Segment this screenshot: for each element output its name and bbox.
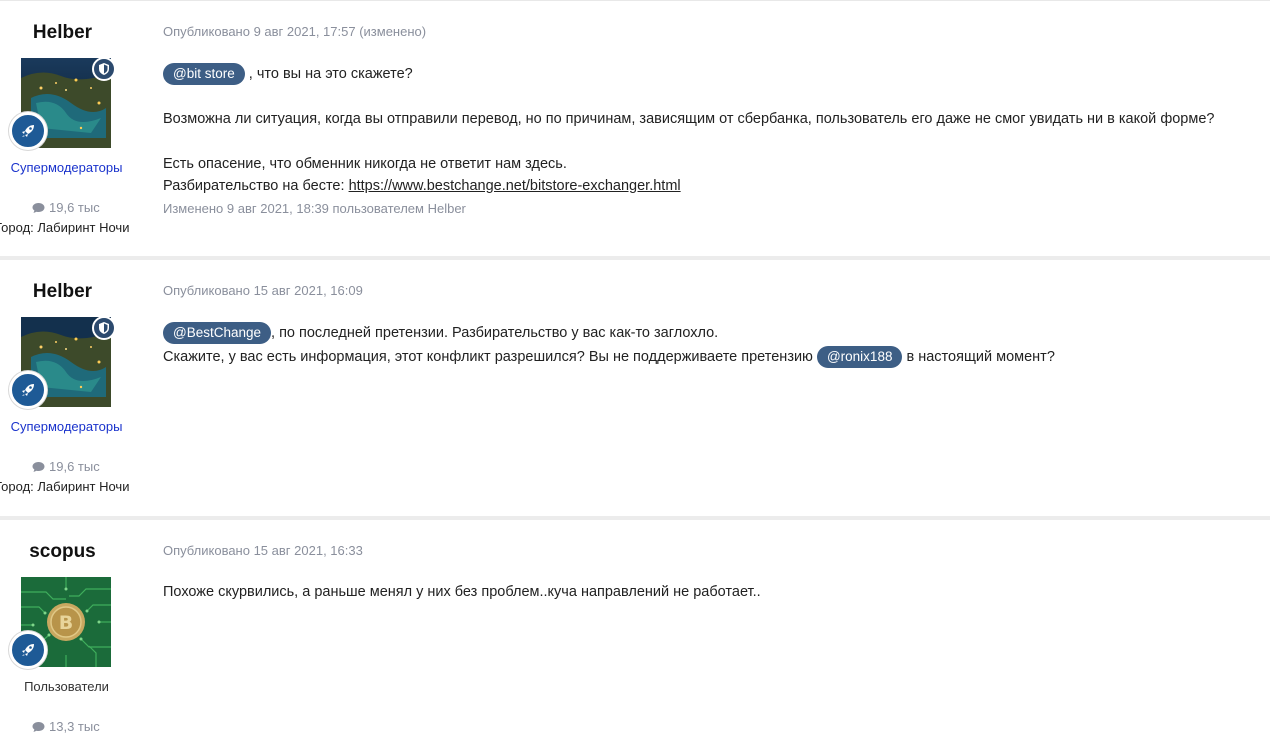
post-line: Возможна ли ситуация, когда вы отправили… [163, 111, 1215, 127]
mention[interactable]: @bit store [163, 63, 245, 85]
rocket-icon [9, 112, 47, 150]
post-count: 13,3 тыс [32, 719, 100, 734]
comment-icon [32, 202, 45, 213]
user-city: Город: Лабиринт Ночи [0, 479, 130, 494]
user-group[interactable]: Супермодераторы [0, 160, 133, 175]
post-content: Опубликовано 9 авг 2021, 17:57 (изменено… [163, 1, 1263, 258]
post-line: Разбирательство на бесте: https://www.be… [163, 178, 681, 194]
post-text: в настоящий момент? [902, 348, 1055, 365]
post-meta[interactable]: Опубликовано 9 авг 2021, 17:57 (изменено… [163, 24, 426, 39]
post-line: Есть опасение, что обменник никогда не о… [163, 156, 567, 172]
user-group: Пользователи [24, 679, 109, 694]
post-content: Опубликовано 15 авг 2021, 16:33 Похоже с… [163, 520, 1263, 749]
shield-icon [92, 57, 116, 81]
post-count-value: 13,3 тыс [49, 719, 100, 734]
post-count: 19,6 тыс [32, 459, 100, 474]
post-line: @BestChange, по последней претензии. Раз… [163, 322, 718, 344]
post-2: Helber Супермодераторы 19,6 тыс Город: Л… [0, 260, 1270, 518]
post-text: , по последней претензии. Разбирательств… [271, 324, 719, 341]
post-count-value: 19,6 тыс [49, 200, 100, 215]
post-1: Helber Супермодераторы 19,6 тыс Город: Л… [0, 0, 1270, 258]
post-line: Скажите, у вас есть информация, этот кон… [163, 346, 1055, 368]
post-meta[interactable]: Опубликовано 15 авг 2021, 16:09 [163, 283, 363, 298]
author-name[interactable]: Helber [0, 22, 125, 44]
post-line: Похоже скурвились, а раньше менял у них … [163, 584, 761, 600]
bestchange-link[interactable]: https://www.bestchange.net/bitstore-exch… [349, 178, 681, 194]
rocket-icon [9, 371, 47, 409]
post-text: , что вы на это скажете? [244, 65, 413, 82]
mention[interactable]: @BestChange [163, 322, 272, 344]
post-count: 19,6 тыс [32, 200, 100, 215]
shield-icon [92, 316, 116, 340]
comment-icon [32, 721, 45, 732]
svg-text:B: B [59, 612, 73, 634]
rocket-icon [9, 631, 47, 669]
post-line: @bit store , что вы на это скажете? [163, 63, 413, 85]
post-content: Опубликовано 15 авг 2021, 16:09 @BestCha… [163, 260, 1263, 518]
author-panel: scopus B Пользователи 13,3 тыс [0, 520, 125, 749]
post-text: Скажите, у вас есть информация, этот кон… [163, 348, 817, 365]
mention[interactable]: @ronix188 [816, 346, 903, 368]
author-name[interactable]: Helber [0, 281, 125, 303]
edited-note: Изменено 9 авг 2021, 18:39 пользователем… [163, 201, 466, 216]
author-name[interactable]: scopus [0, 541, 125, 563]
post-text: Разбирательство на бесте: [163, 178, 349, 194]
post-meta[interactable]: Опубликовано 15 авг 2021, 16:33 [163, 543, 363, 558]
comment-icon [32, 461, 45, 472]
author-panel: Helber Супермодераторы 19,6 тыс Город: Л… [0, 260, 129, 518]
post-3: scopus B Пользователи 13,3 тыс Опубликов… [0, 520, 1270, 749]
author-panel: Helber Супермодераторы 19,6 тыс Город: Л… [0, 1, 129, 258]
user-city: Город: Лабиринт Ночи [0, 220, 130, 235]
post-count-value: 19,6 тыс [49, 459, 100, 474]
user-group[interactable]: Супермодераторы [0, 419, 133, 434]
